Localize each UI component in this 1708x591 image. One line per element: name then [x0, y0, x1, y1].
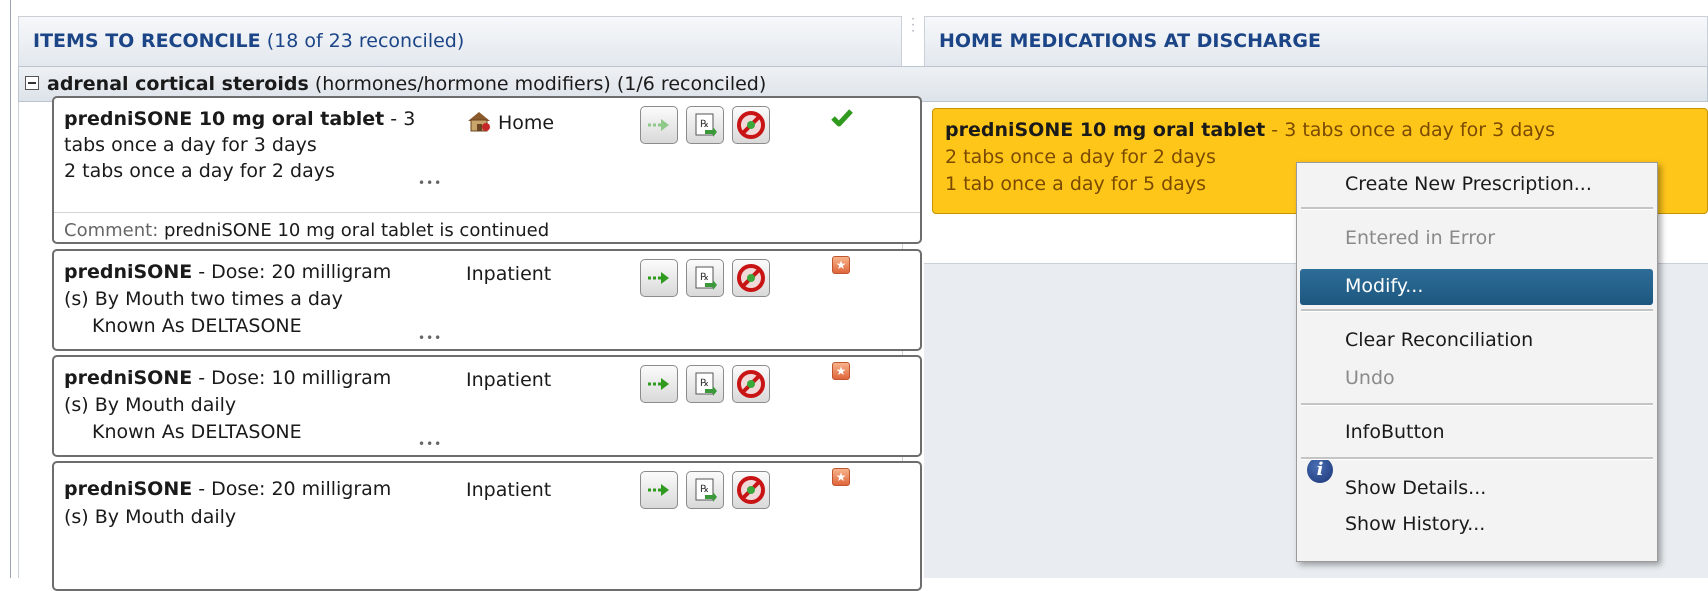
items-header-count: (18 of 23 reconciled) — [266, 30, 465, 52]
continue-arrow-icon — [648, 378, 669, 390]
location-home: Home — [466, 110, 554, 134]
stop-icon — [737, 264, 765, 292]
prescription-button[interactable]: ℞ — [686, 365, 724, 403]
pane-splitter-grip[interactable]: · · · — [906, 13, 920, 66]
prescription-icon: ℞ — [695, 478, 717, 502]
more-details-icon[interactable]: ••• — [418, 331, 442, 345]
med-sig-line2: tabs once a day for 3 days — [64, 134, 317, 156]
menu-item-clear-reconciliation[interactable]: Clear Reconciliation — [1345, 329, 1533, 351]
med-name: predniSONE — [64, 261, 193, 283]
location-label: Inpatient — [466, 263, 552, 285]
stop-icon — [737, 111, 765, 139]
context-menu: Create New Prescription... Entered in Er… — [1296, 162, 1658, 562]
prescription-button[interactable]: ℞ — [686, 259, 724, 297]
med-sig: - 3 — [384, 108, 416, 130]
discharge-med-sig: - 3 tabs once a day for 3 days — [1265, 119, 1556, 141]
menu-item-show-details[interactable]: Show Details... — [1345, 477, 1486, 499]
svg-text:℞: ℞ — [700, 272, 709, 283]
med-sig: - Dose: 20 milligram — [192, 478, 392, 500]
reconcile-item-card[interactable]: predniSONE - Dose: 20 milligram (s) By M… — [52, 461, 922, 591]
items-pane-border — [18, 102, 19, 578]
stop-icon — [737, 476, 765, 504]
menu-item-create-new-prescription[interactable]: Create New Prescription... — [1345, 173, 1592, 195]
prescription-icon: ℞ — [695, 266, 717, 290]
reconcile-item-card[interactable]: predniSONE 10 mg oral tablet - 3 tabs on… — [52, 96, 922, 244]
location-label: Inpatient — [466, 369, 552, 391]
more-details-icon[interactable]: ••• — [418, 176, 442, 190]
flag-icon: ★ — [832, 362, 850, 380]
reconcile-item-card[interactable]: predniSONE - Dose: 20 milligram (s) By M… — [52, 249, 922, 351]
collapse-icon[interactable] — [25, 76, 39, 90]
location-label: Inpatient — [466, 479, 552, 501]
med-sig: - Dose: 10 milligram — [192, 367, 392, 389]
continue-arrow-icon — [648, 119, 669, 131]
stop-button[interactable] — [732, 106, 770, 144]
med-sig-line2: (s) By Mouth daily — [64, 394, 237, 416]
item-comment: Comment: predniSONE 10 mg oral tablet is… — [64, 220, 549, 241]
more-details-icon[interactable]: ••• — [418, 437, 442, 451]
reconcile-item-card[interactable]: predniSONE - Dose: 10 milligram (s) By M… — [52, 355, 922, 457]
svg-text:℞: ℞ — [700, 484, 709, 495]
med-sig-line2: (s) By Mouth daily — [64, 506, 237, 528]
comment-divider — [54, 212, 920, 213]
continue-button[interactable] — [640, 471, 678, 509]
continue-button[interactable] — [640, 259, 678, 297]
med-name: predniSONE — [64, 367, 193, 389]
menu-item-modify[interactable]: Modify... — [1345, 275, 1423, 297]
med-known-as: Known As DELTASONE — [92, 421, 302, 443]
discharge-header-title: HOME MEDICATIONS AT DISCHARGE — [939, 30, 1321, 52]
stop-button[interactable] — [732, 471, 770, 509]
med-name: predniSONE 10 mg oral tablet — [64, 108, 385, 130]
continue-button[interactable] — [640, 106, 678, 144]
group-detail: (hormones/hormone modifiers) (1/6 reconc… — [314, 73, 767, 95]
med-name: predniSONE — [64, 478, 193, 500]
svg-text:℞: ℞ — [700, 378, 709, 389]
stop-button[interactable] — [732, 259, 770, 297]
menu-separator — [1301, 457, 1653, 460]
menu-item-infobutton[interactable]: InfoButton — [1345, 421, 1445, 443]
home-icon — [468, 112, 490, 132]
discharge-med-name: predniSONE 10 mg oral tablet — [945, 119, 1266, 141]
items-to-reconcile-header: ITEMS TO RECONCILE (18 of 23 reconciled) — [18, 16, 902, 66]
prescription-button[interactable]: ℞ — [686, 106, 724, 144]
menu-separator — [1301, 403, 1653, 406]
comment-text: predniSONE 10 mg oral tablet is continue… — [158, 220, 550, 241]
med-sig-line2: (s) By Mouth two times a day — [64, 288, 343, 310]
menu-separator — [1301, 309, 1653, 312]
continue-button[interactable] — [640, 365, 678, 403]
menu-separator — [1301, 207, 1653, 210]
prescription-button[interactable]: ℞ — [686, 471, 724, 509]
menu-item-entered-in-error[interactable]: Entered in Error — [1345, 227, 1495, 249]
svg-text:℞: ℞ — [700, 119, 709, 130]
prescription-icon: ℞ — [695, 113, 717, 137]
home-medications-header: HOME MEDICATIONS AT DISCHARGE — [924, 16, 1708, 66]
med-known-as: Known As DELTASONE — [92, 315, 302, 337]
prescription-icon: ℞ — [695, 372, 717, 396]
continue-arrow-icon — [648, 484, 669, 496]
flag-icon: ★ — [832, 256, 850, 274]
items-header-title: ITEMS TO RECONCILE — [33, 30, 261, 52]
comment-label: Comment: — [64, 220, 159, 241]
menu-item-undo[interactable]: Undo — [1345, 367, 1395, 389]
window-left-border — [10, 0, 11, 578]
group-name: adrenal cortical steroids — [47, 73, 309, 95]
info-icon: i — [1307, 457, 1333, 483]
location-label: Home — [498, 112, 555, 134]
menu-item-show-history[interactable]: Show History... — [1345, 513, 1485, 535]
checkmark-icon — [831, 109, 853, 127]
med-sig: - Dose: 20 milligram — [192, 261, 392, 283]
stop-icon — [737, 370, 765, 398]
discharge-med-sig-line2: 2 tabs once a day for 2 days — [945, 146, 1216, 168]
med-sig-line3: 2 tabs once a day for 2 days — [64, 160, 335, 182]
discharge-med-sig-line3: 1 tab once a day for 5 days — [945, 173, 1206, 195]
flag-icon: ★ — [832, 468, 850, 486]
continue-arrow-icon — [648, 272, 669, 284]
stop-button[interactable] — [732, 365, 770, 403]
